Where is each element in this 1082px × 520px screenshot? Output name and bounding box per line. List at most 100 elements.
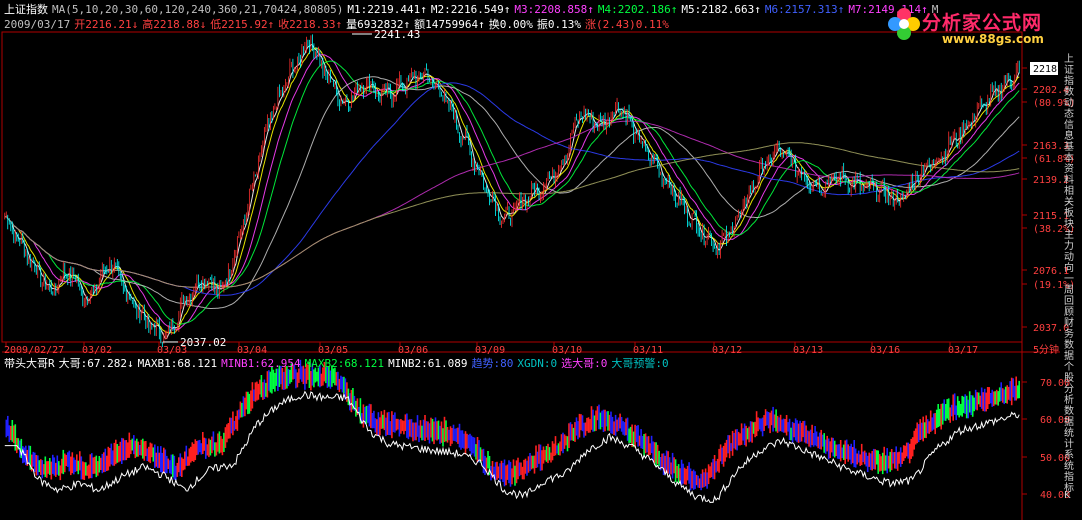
indicator-bar <box>920 422 923 440</box>
indicator-bar <box>1012 378 1014 398</box>
indicator-bar <box>124 440 126 461</box>
indicator-bar <box>76 454 78 472</box>
indicator-bar <box>976 392 978 411</box>
indicator-bar <box>883 446 885 471</box>
indicator-bar <box>53 457 56 476</box>
indicator-bar <box>460 430 462 450</box>
indicator-bar <box>817 436 819 449</box>
indicator-bar <box>166 455 168 474</box>
indicator-bar <box>796 420 798 443</box>
indicator-bar <box>35 455 38 476</box>
indicator-bar <box>638 435 641 446</box>
indicator-bar <box>991 389 993 407</box>
indicator-bar <box>872 448 875 469</box>
x-tick-label: 03/13 <box>793 345 823 356</box>
indicator-bar <box>47 461 50 474</box>
indicator-bar <box>398 419 401 437</box>
indicator-bar <box>122 438 125 461</box>
indicator-bar <box>839 440 842 462</box>
indicator-bar <box>389 421 392 436</box>
indicator-bar <box>929 410 932 432</box>
indicator-bar <box>997 391 999 406</box>
indicator-bar <box>211 436 213 454</box>
indicator-bar <box>782 418 785 433</box>
indicator-bar <box>448 429 450 441</box>
indicator-bar <box>913 430 915 450</box>
indicator-bar <box>526 460 528 476</box>
indicator-bar <box>107 446 110 471</box>
indicator-bar <box>565 435 567 446</box>
indicator-bar <box>571 424 573 441</box>
indicator-bar <box>253 389 255 402</box>
indicator-bar <box>170 454 173 475</box>
line3-item-7: XGDN:0 <box>517 357 558 370</box>
indicator-bar <box>475 444 477 460</box>
indicator-bar <box>191 442 194 462</box>
indicator-bar <box>694 471 696 489</box>
indicator-bar <box>544 449 546 461</box>
indicator-bar <box>697 475 699 488</box>
indicator-bar <box>512 459 515 478</box>
indicator-bar <box>644 433 647 454</box>
indicator-bar <box>394 412 396 433</box>
indicator-bar <box>212 431 215 451</box>
line3-item-3: MINB1:62.954 <box>221 357 301 370</box>
indicator-bar <box>65 454 68 467</box>
indicator-bar <box>629 426 632 443</box>
indicator-bar <box>182 458 185 471</box>
indicator-bar <box>665 450 668 472</box>
indicator-bar <box>902 445 905 461</box>
indicator-bar <box>382 414 384 429</box>
indicator-bar <box>524 458 527 474</box>
indicator-bar <box>181 457 183 477</box>
indicator-bar <box>109 448 111 467</box>
indicator-bar <box>106 455 108 471</box>
indicator-bar <box>538 444 540 464</box>
indicator-bar <box>230 417 233 434</box>
indicator-bar <box>979 395 981 407</box>
indicator-bar <box>97 461 99 476</box>
line3-item-2: MAXB1:68.121 <box>137 357 218 370</box>
indicator-bar <box>232 411 234 436</box>
indicator-bar <box>661 453 663 468</box>
line1-item-7: M6:2157.313↑ <box>764 3 845 16</box>
indicator-bar <box>248 393 251 414</box>
indicator-bar <box>446 427 449 443</box>
indicator-bar <box>860 443 863 466</box>
indicator-bar <box>731 430 734 456</box>
indicator-bar <box>535 445 537 468</box>
line2-item-4: 收2218.33↑ <box>278 18 343 31</box>
indicator-bar <box>940 403 942 430</box>
indicator-bar <box>761 417 764 437</box>
indicator-bar <box>779 414 782 432</box>
indicator-bar <box>821 434 824 447</box>
indicator-bar <box>841 447 843 459</box>
indicator-bar <box>461 430 464 448</box>
indicator-bar <box>967 399 969 419</box>
indicator-bar <box>808 431 810 447</box>
indicator-bar <box>754 421 756 438</box>
indicator-bar <box>113 442 116 466</box>
indicator-bar <box>691 471 693 489</box>
indicator-bar <box>194 439 197 461</box>
indicator-bar <box>275 368 278 386</box>
indicator-bar <box>85 462 87 476</box>
indicator-bar <box>131 438 134 451</box>
indicator-bar <box>190 446 192 463</box>
indicator-bar <box>749 421 752 442</box>
indicator-bar <box>298 368 300 383</box>
indicator-bar <box>769 412 771 434</box>
indicator-bar <box>332 368 335 384</box>
indicator-bar <box>793 423 795 438</box>
indicator-bar <box>922 416 924 442</box>
indicator-bar <box>862 451 864 463</box>
indicator-bar <box>416 415 419 437</box>
indicator-bar <box>445 420 447 442</box>
indicator-bar <box>1018 380 1020 399</box>
stock-chart[interactable]: 2218.32202.4(80.9%)2163.3(61.8%)2139.221… <box>0 0 1082 520</box>
indicator-bar <box>877 450 879 474</box>
indicator-bar <box>892 452 894 464</box>
indicator-bar <box>923 422 926 438</box>
line1-item-1: MA(5,10,20,30,60,120,240,360,21,70424,80… <box>52 3 344 16</box>
indicator-bar <box>616 419 618 432</box>
